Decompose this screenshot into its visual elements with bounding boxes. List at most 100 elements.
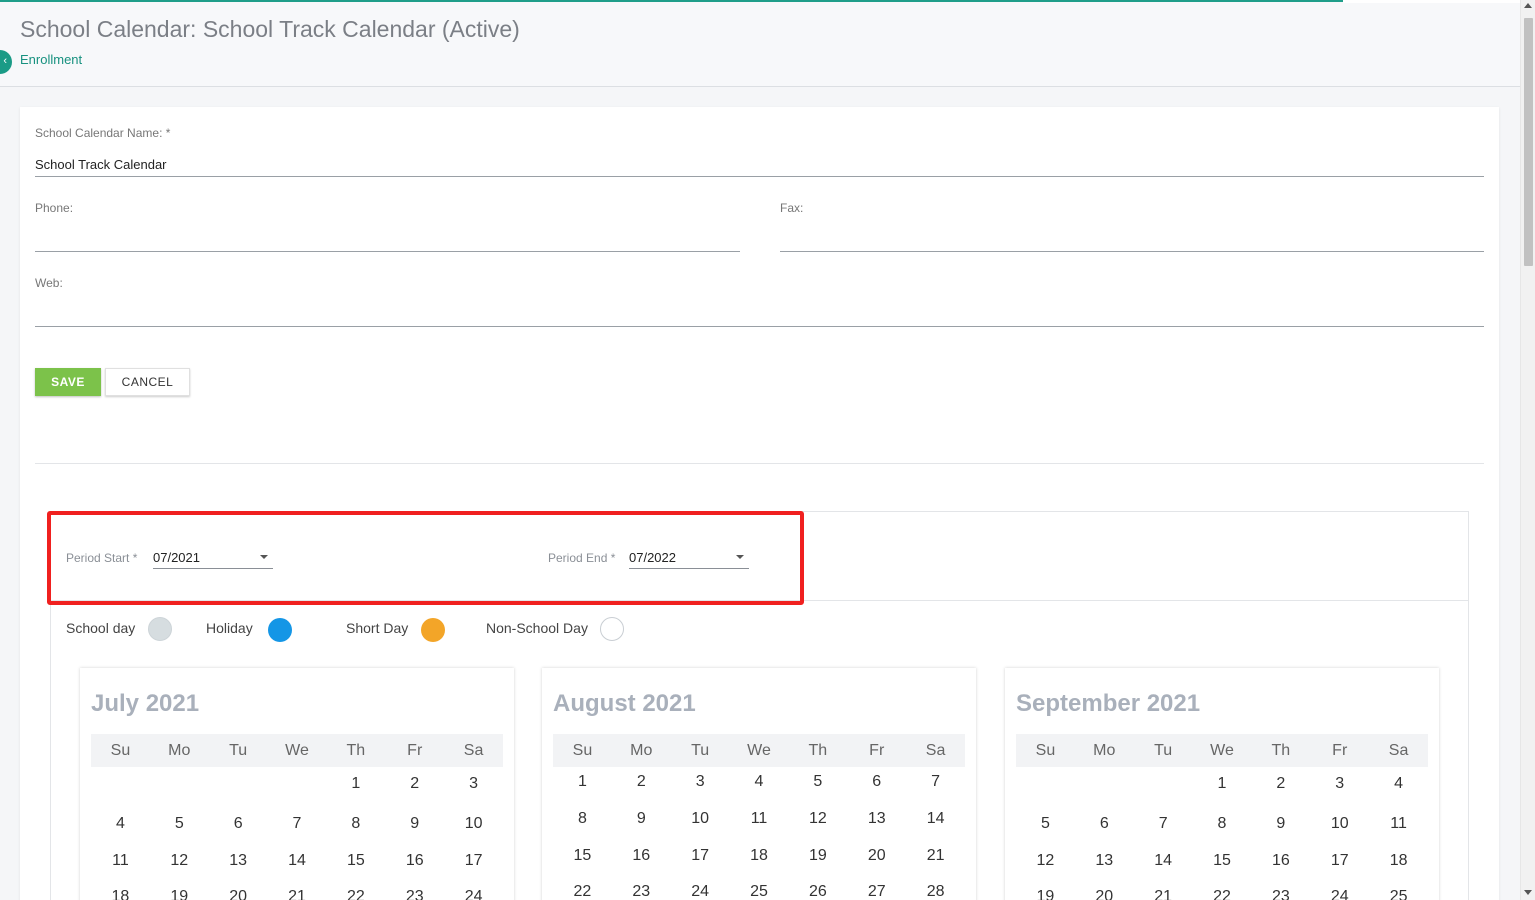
day-cell[interactable]: 9 <box>1251 815 1310 833</box>
day-cell[interactable]: 21 <box>268 888 327 900</box>
day-cell[interactable]: 15 <box>326 852 385 870</box>
scrollbar-thumb[interactable] <box>1524 18 1533 266</box>
day-cell[interactable]: 15 <box>1193 852 1252 870</box>
day-cell[interactable]: 13 <box>847 810 906 828</box>
day-cell[interactable]: 16 <box>612 847 671 865</box>
day-cell[interactable]: 3 <box>444 775 503 793</box>
day-cell[interactable]: 11 <box>730 810 789 828</box>
day-cell[interactable]: 6 <box>847 773 906 791</box>
day-cell[interactable]: 19 <box>150 888 209 900</box>
day-cell[interactable]: 21 <box>906 847 965 865</box>
day-cell[interactable]: 11 <box>1369 815 1428 833</box>
day-cell[interactable]: 15 <box>553 847 612 865</box>
day-cell[interactable]: 26 <box>788 883 847 900</box>
day-cell[interactable]: 17 <box>671 847 730 865</box>
day-cell[interactable]: 27 <box>847 883 906 900</box>
day-cell[interactable]: 22 <box>553 883 612 900</box>
phone-input[interactable] <box>35 229 740 249</box>
day-cell[interactable]: 18 <box>730 847 789 865</box>
day-cell[interactable]: 25 <box>730 883 789 900</box>
breadcrumb-enrollment[interactable]: Enrollment <box>20 52 82 67</box>
day-cell[interactable]: 11 <box>91 852 150 870</box>
day-cell[interactable]: 4 <box>730 773 789 791</box>
day-cell[interactable] <box>1134 775 1193 793</box>
day-cell[interactable]: 21 <box>1134 888 1193 900</box>
day-cell[interactable]: 14 <box>268 852 327 870</box>
day-cell[interactable]: 4 <box>1369 775 1428 793</box>
day-cell[interactable]: 17 <box>444 852 503 870</box>
day-cell[interactable]: 18 <box>1369 852 1428 870</box>
day-cell[interactable]: 2 <box>1251 775 1310 793</box>
day-cell[interactable]: 22 <box>1193 888 1252 900</box>
calendar-name-input[interactable]: School Track Calendar <box>35 157 167 172</box>
day-cell[interactable]: 12 <box>788 810 847 828</box>
day-cell[interactable]: 24 <box>444 888 503 900</box>
day-cell[interactable]: 4 <box>91 815 150 833</box>
day-cell[interactable]: 9 <box>612 810 671 828</box>
day-cell[interactable]: 1 <box>326 775 385 793</box>
weekday-label: Su <box>110 742 131 759</box>
day-cell[interactable]: 24 <box>1310 888 1369 900</box>
weekday-label: Su <box>572 742 593 759</box>
day-cell[interactable]: 20 <box>209 888 268 900</box>
day-cell[interactable]: 7 <box>1134 815 1193 833</box>
day-cell[interactable]: 13 <box>1075 852 1134 870</box>
day-cell[interactable]: 1 <box>553 773 612 791</box>
day-cell[interactable]: 6 <box>1075 815 1134 833</box>
day-cell[interactable]: 7 <box>906 773 965 791</box>
day-cell[interactable]: 22 <box>326 888 385 900</box>
day-cell[interactable] <box>91 775 150 793</box>
day-cell[interactable]: 3 <box>671 773 730 791</box>
day-cell[interactable]: 5 <box>1016 815 1075 833</box>
day-cell[interactable]: 14 <box>906 810 965 828</box>
day-cell[interactable]: 23 <box>1251 888 1310 900</box>
day-cell[interactable]: 7 <box>268 815 327 833</box>
vertical-scrollbar[interactable] <box>1520 0 1535 900</box>
day-cell[interactable]: 1 <box>1193 775 1252 793</box>
day-cell[interactable]: 10 <box>671 810 730 828</box>
sidebar-toggle-button[interactable]: ‹ <box>0 50 12 74</box>
scroll-down-arrow-icon[interactable] <box>1524 890 1532 895</box>
day-cell[interactable]: 25 <box>1369 888 1428 900</box>
cancel-button[interactable]: CANCEL <box>105 368 190 396</box>
day-cell[interactable]: 8 <box>1193 815 1252 833</box>
day-cell[interactable]: 9 <box>385 815 444 833</box>
day-cell[interactable]: 18 <box>91 888 150 900</box>
day-cell[interactable]: 6 <box>209 815 268 833</box>
day-cell[interactable]: 16 <box>1251 852 1310 870</box>
day-cell[interactable]: 5 <box>150 815 209 833</box>
day-cell[interactable]: 12 <box>150 852 209 870</box>
day-cell[interactable]: 20 <box>1075 888 1134 900</box>
day-cell[interactable] <box>1075 775 1134 793</box>
weekday-label: We <box>747 742 771 759</box>
web-input[interactable] <box>35 304 1484 324</box>
day-cell[interactable]: 2 <box>612 773 671 791</box>
day-cell[interactable]: 28 <box>906 883 965 900</box>
day-cell[interactable]: 14 <box>1134 852 1193 870</box>
scroll-up-arrow-icon[interactable] <box>1524 3 1532 8</box>
chevron-left-icon: ‹ <box>3 55 7 67</box>
day-cell[interactable]: 20 <box>847 847 906 865</box>
day-cell[interactable]: 2 <box>385 775 444 793</box>
day-cell[interactable]: 3 <box>1310 775 1369 793</box>
day-cell[interactable] <box>268 775 327 793</box>
day-cell[interactable]: 19 <box>788 847 847 865</box>
day-cell[interactable]: 19 <box>1016 888 1075 900</box>
day-cell[interactable]: 10 <box>444 815 503 833</box>
day-cell[interactable]: 13 <box>209 852 268 870</box>
day-cell[interactable] <box>150 775 209 793</box>
day-cell[interactable]: 16 <box>385 852 444 870</box>
day-cell[interactable]: 23 <box>612 883 671 900</box>
fax-input[interactable] <box>780 229 1484 249</box>
day-cell[interactable]: 8 <box>553 810 612 828</box>
day-cell[interactable]: 5 <box>788 773 847 791</box>
day-cell[interactable]: 8 <box>326 815 385 833</box>
save-button[interactable]: SAVE <box>35 368 101 396</box>
day-cell[interactable]: 23 <box>385 888 444 900</box>
day-cell[interactable]: 17 <box>1310 852 1369 870</box>
day-cell[interactable] <box>209 775 268 793</box>
day-cell[interactable]: 24 <box>671 883 730 900</box>
day-cell[interactable]: 12 <box>1016 852 1075 870</box>
day-cell[interactable]: 10 <box>1310 815 1369 833</box>
day-cell[interactable] <box>1016 775 1075 793</box>
